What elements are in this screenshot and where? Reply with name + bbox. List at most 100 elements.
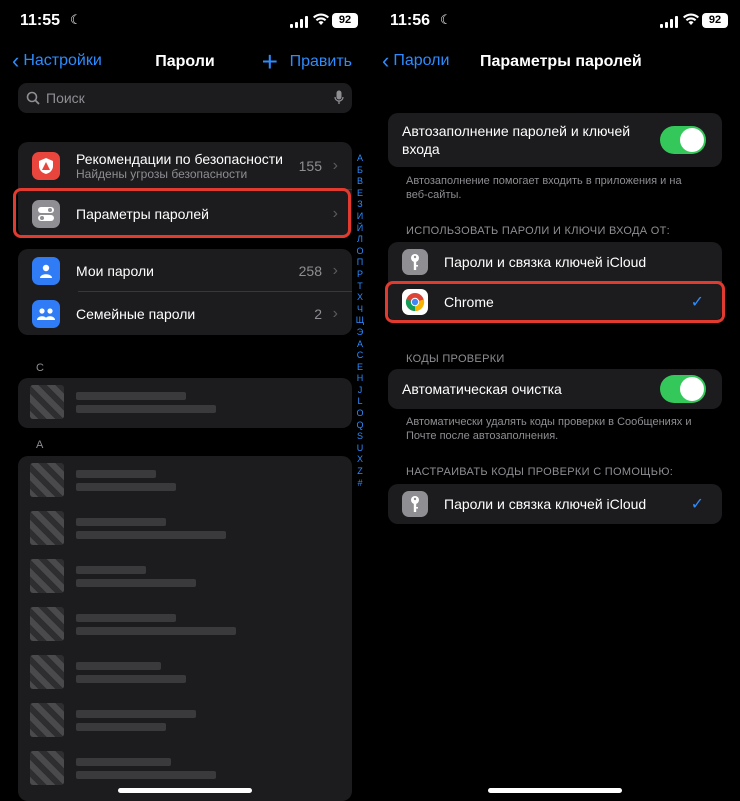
index-letter[interactable]: S — [357, 431, 363, 443]
back-button[interactable]: ‹ Пароли — [382, 48, 449, 73]
index-letter[interactable]: # — [357, 478, 362, 490]
index-letter[interactable]: А — [357, 339, 363, 351]
search-icon — [26, 91, 40, 105]
auto-clean-row: Автоматическая очистка — [388, 369, 722, 409]
my-passwords-count: 258 — [298, 262, 322, 279]
highlight-box — [13, 188, 351, 238]
battery-icon: 92 — [332, 13, 358, 28]
home-indicator — [488, 788, 622, 793]
index-letter[interactable]: Q — [356, 420, 363, 432]
index-letter[interactable]: Э — [357, 327, 363, 339]
index-letter[interactable]: O — [356, 408, 363, 420]
list-item[interactable] — [18, 648, 352, 696]
passwords-group: Мои пароли 258 › Семейные пароли 2 › — [18, 249, 352, 335]
list-item[interactable] — [18, 696, 352, 744]
family-passwords-count: 2 — [314, 305, 322, 322]
autofill-toggle[interactable] — [660, 126, 706, 154]
site-favicon — [30, 385, 64, 419]
highlight-box — [385, 281, 725, 323]
nav-bar: ‹ Пароли Параметры паролей — [370, 44, 740, 82]
codes-header: КОДЫ ПРОВЕРКИ — [406, 353, 505, 365]
site-favicon — [30, 751, 64, 785]
index-letter[interactable]: A — [357, 153, 363, 165]
wifi-icon — [313, 13, 329, 25]
index-letter[interactable]: О — [356, 246, 363, 258]
edit-button[interactable]: Править — [290, 53, 352, 71]
battery-icon: 92 — [702, 13, 728, 28]
search-bar[interactable] — [18, 83, 352, 113]
index-letter[interactable]: Е — [357, 362, 363, 374]
status-time: 11:55 — [20, 12, 61, 29]
auto-clean-toggle[interactable] — [660, 375, 706, 403]
right-screen: 11:56 ☾ 92 ‹ Пароли Параметры паролей Авт… — [370, 0, 740, 801]
people-icon — [32, 299, 60, 328]
moon-icon: ☾ — [70, 12, 82, 27]
page-title: Параметры паролей — [480, 53, 642, 70]
codes-provider-row[interactable]: Пароли и связка ключей iCloud ✓ — [388, 484, 722, 524]
index-letter[interactable]: Х — [357, 292, 363, 304]
home-indicator — [118, 788, 252, 793]
index-letter[interactable]: П — [357, 257, 363, 269]
index-letter[interactable]: Щ — [356, 315, 364, 327]
security-recommendations-row[interactable]: Рекомендации по безопасности Найдены угр… — [18, 142, 352, 190]
password-list-a — [18, 456, 352, 801]
provider-icloud-row[interactable]: Пароли и связка ключей iCloud — [388, 242, 722, 282]
index-letter[interactable]: Р — [357, 269, 363, 281]
index-letter[interactable]: З — [357, 199, 362, 211]
person-icon — [32, 256, 60, 285]
section-header-c: C — [36, 362, 45, 374]
checkmark-icon: ✓ — [690, 496, 704, 513]
chevron-left-icon: ‹ — [382, 48, 390, 73]
auto-clean-footer: Автоматически удалять коды проверки в Со… — [406, 416, 692, 442]
security-title: Рекомендации по безопасности — [76, 151, 283, 167]
index-letter[interactable]: Е — [357, 188, 363, 200]
index-letter[interactable]: Н — [357, 373, 364, 385]
auto-clean-group: Автоматическая очистка — [388, 369, 722, 409]
status-bar: 11:56 ☾ 92 — [370, 0, 740, 44]
index-letter[interactable]: Л — [357, 234, 363, 246]
left-screen: 11:55 ☾ 92 ‹Настройки Пароли + Править Р… — [0, 0, 370, 801]
use-from-header: ИСПОЛЬЗОВАТЬ ПАРОЛИ И КЛЮЧИ ВХОДА ОТ: — [406, 225, 671, 237]
list-item[interactable] — [18, 504, 352, 552]
list-item[interactable] — [18, 378, 352, 426]
search-input[interactable] — [46, 90, 328, 106]
family-passwords-row[interactable]: Семейные пароли 2 › — [18, 292, 352, 335]
list-item[interactable] — [18, 552, 352, 600]
wifi-icon — [683, 13, 699, 25]
list-item[interactable] — [18, 456, 352, 504]
signal-icon — [660, 16, 678, 28]
index-letter[interactable]: В — [357, 176, 363, 188]
moon-icon: ☾ — [440, 12, 452, 27]
index-letter[interactable]: X — [357, 454, 363, 466]
index-letter[interactable]: Z — [357, 466, 363, 478]
signal-icon — [290, 16, 308, 28]
autofill-footer: Автозаполнение помогает входить в прилож… — [406, 175, 682, 201]
index-letter[interactable]: Т — [357, 281, 363, 293]
site-favicon — [30, 559, 64, 593]
autofill-row: Автозаполнение паролей и ключей входа — [388, 113, 722, 167]
chevron-right-icon: › — [332, 261, 338, 279]
index-letter[interactable]: L — [357, 396, 362, 408]
autofill-group: Автозаполнение паролей и ключей входа — [388, 113, 722, 167]
back-button[interactable]: ‹ Настройки — [12, 50, 102, 72]
index-letter[interactable]: Б — [357, 165, 363, 177]
security-count: 155 — [298, 158, 322, 174]
index-letter[interactable]: Ч — [357, 304, 363, 316]
my-passwords-row[interactable]: Мои пароли 258 › — [18, 249, 352, 292]
section-index-bar[interactable]: A Б В Е З И Й Л О П Р Т Х Ч Щ Э А С Е Н J L O Q S U X Z # — [354, 153, 366, 489]
list-item[interactable] — [18, 600, 352, 648]
password-list-c — [18, 378, 352, 428]
index-letter[interactable]: Й — [357, 223, 363, 235]
index-letter[interactable]: U — [357, 443, 364, 455]
microphone-icon[interactable] — [334, 90, 344, 106]
index-letter[interactable]: J — [358, 385, 363, 397]
nav-bar: ‹ Настройки Пароли + Править — [0, 44, 370, 82]
list-item[interactable] — [18, 744, 352, 792]
add-button[interactable]: + — [262, 46, 278, 78]
index-letter[interactable]: И — [357, 211, 363, 223]
index-letter[interactable]: С — [357, 350, 364, 362]
status-bar: 11:55 ☾ 92 — [0, 0, 370, 44]
security-warning-icon — [32, 152, 60, 180]
my-passwords-label: Мои пароли — [76, 262, 154, 279]
chevron-right-icon: › — [332, 304, 338, 322]
